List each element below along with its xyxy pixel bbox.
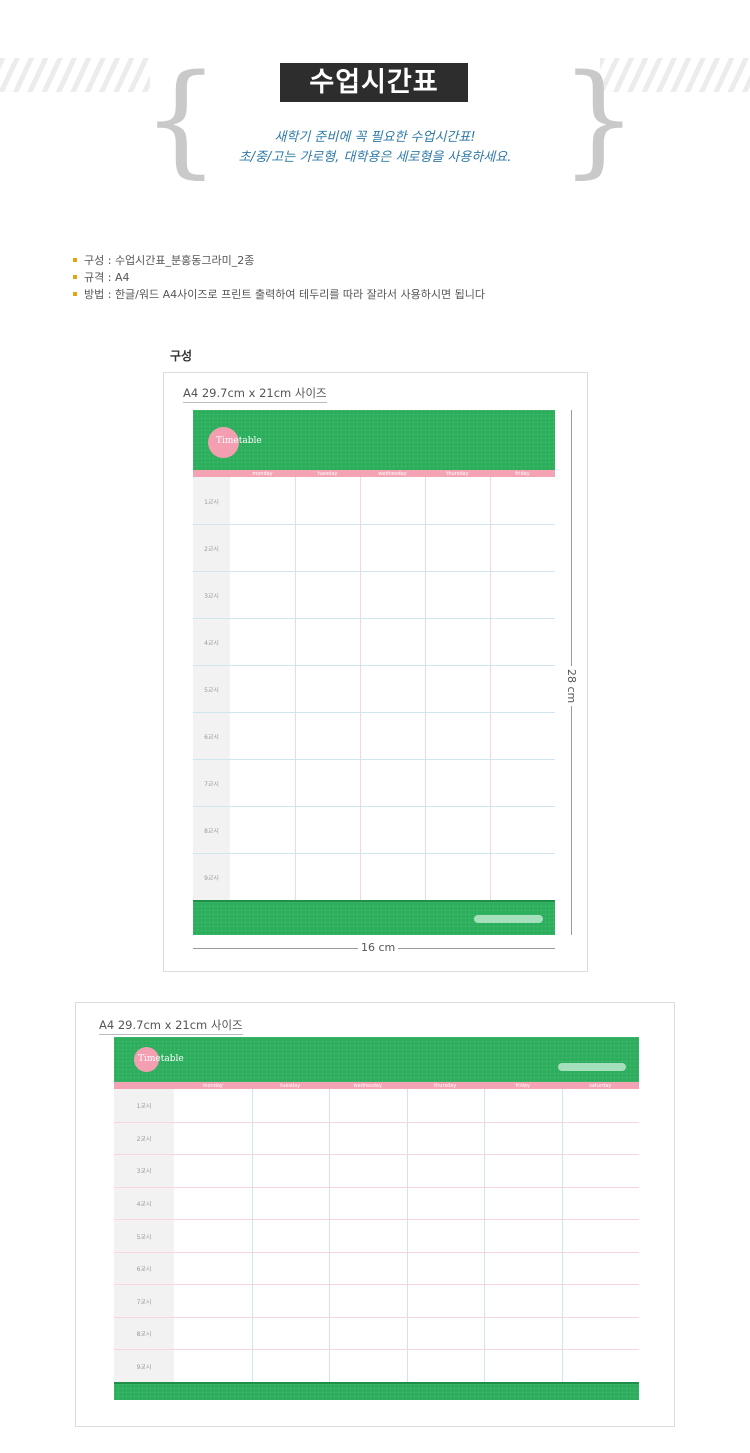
grid-row-divider	[193, 712, 555, 713]
bullet-icon	[73, 258, 77, 262]
info-row-size: 규격 : A4	[73, 269, 485, 286]
period-label: 3교시	[204, 592, 219, 600]
decorative-stripes-left	[0, 58, 150, 92]
day-header-friday: friday	[515, 1083, 530, 1089]
period-label: 9교시	[136, 1363, 152, 1371]
page-title: 수업시간표	[280, 63, 468, 102]
info-row-composition: 구성 : 수업시간표_분홍동그라미_2종	[73, 252, 485, 269]
grid-column-divider	[561, 1089, 563, 1382]
horizontal-timetable-frame: A4 29.7cm x 21cm 사이즈 Timetable monday tue…	[75, 1002, 675, 1427]
day-header-monday: monday	[202, 1083, 223, 1089]
vertical-timetable-frame: A4 29.7cm x 21cm 사이즈 Timetable monday tue…	[163, 372, 588, 972]
footer-pill-decoration	[474, 915, 543, 923]
grid-row-divider	[193, 806, 555, 807]
day-header-tuesday: tuesday	[280, 1083, 301, 1089]
grid-row-divider	[114, 1349, 639, 1351]
period-label: 6교시	[136, 1266, 152, 1274]
timetable-footer-band	[114, 1382, 639, 1400]
grid-column-divider	[425, 477, 426, 900]
grid-row-divider	[114, 1251, 639, 1253]
subtitle-line-2: 초/중/고는 가로형, 대학용은 세로형을 사용하세요.	[238, 150, 512, 165]
day-header-monday: monday	[252, 471, 273, 477]
product-info-list: 구성 : 수업시간표_분홍동그라미_2종 규격 : A4 방법 : 한글/워드 …	[73, 252, 485, 303]
grid-column-divider	[251, 1089, 253, 1382]
grid-column-divider	[484, 1089, 485, 1382]
grid-column-divider	[406, 1089, 408, 1382]
day-header-wednesday: wednesday	[378, 471, 407, 477]
info-row-method: 방법 : 한글/워드 A4사이즈로 프린트 출력하여 테두리를 따라 잘라서 사…	[73, 286, 485, 303]
grid-column-divider	[360, 477, 361, 900]
page-subtitle: 새학기 준비에 꼭 필요한 수업시간표! 초/중/고는 가로형, 대학용은 세로…	[190, 128, 560, 168]
grid-row-divider	[193, 618, 555, 619]
right-brace-icon: }	[560, 48, 638, 190]
grid-row-divider	[193, 665, 555, 666]
bullet-icon	[73, 292, 77, 296]
grid-row-divider	[193, 524, 555, 525]
grid-column-divider	[329, 1089, 330, 1382]
horizontal-timetable-sheet: Timetable monday tuesday wednesday thursday…	[114, 1037, 639, 1400]
period-label: 3교시	[136, 1168, 152, 1176]
period-label: 4교시	[136, 1200, 152, 1208]
grid-row-divider	[114, 1186, 639, 1188]
day-header-tuesday: tuesday	[317, 471, 338, 477]
period-label: 5교시	[136, 1233, 152, 1241]
period-label: 7교시	[136, 1298, 152, 1306]
grid-row-divider	[114, 1121, 639, 1123]
timetable-badge-text: Timetable	[216, 436, 262, 446]
bullet-icon	[73, 275, 77, 279]
period-label: 4교시	[204, 639, 219, 647]
size-label: A4 29.7cm x 21cm 사이즈	[183, 385, 327, 403]
grid-row-divider	[114, 1154, 639, 1156]
period-label: 2교시	[204, 545, 219, 553]
width-dimension-label: 16 cm	[358, 941, 399, 954]
grid-row-divider	[114, 1316, 639, 1318]
period-label: 1교시	[136, 1103, 152, 1111]
size-label: A4 29.7cm x 21cm 사이즈	[99, 1017, 243, 1035]
grid-row-divider	[114, 1219, 639, 1221]
day-header-thursday: thursday	[446, 471, 469, 477]
day-header-saturday: saturday	[589, 1083, 612, 1089]
grid-row-divider	[193, 853, 555, 854]
grid-column-divider	[295, 477, 296, 900]
period-label: 2교시	[136, 1135, 152, 1143]
timetable-header-band	[114, 1037, 639, 1082]
day-header-friday: friday	[515, 471, 530, 477]
period-label: 1교시	[204, 498, 219, 506]
period-label: 5교시	[204, 686, 219, 694]
section-label: 구성	[170, 349, 193, 363]
timetable-badge-text: Timetable	[138, 1054, 184, 1064]
period-label: 6교시	[204, 733, 219, 741]
height-dimension-label: 28 cm	[565, 666, 578, 707]
day-header-thursday: thursday	[434, 1083, 457, 1089]
grid-row-divider	[193, 571, 555, 572]
period-label: 9교시	[204, 874, 219, 882]
period-label: 8교시	[204, 827, 219, 835]
grid-row-divider	[114, 1284, 639, 1286]
vertical-timetable-sheet: Timetable monday tuesday wednesday thursday…	[193, 410, 555, 935]
header-pill-decoration	[558, 1063, 626, 1071]
grid-row-divider	[193, 759, 555, 760]
period-label: 7교시	[204, 780, 219, 788]
grid-column-divider	[490, 477, 491, 900]
subtitle-line-1: 새학기 준비에 꼭 필요한 수업시간표!	[274, 130, 476, 145]
day-header-wednesday: wednesday	[353, 1083, 382, 1089]
period-label: 8교시	[136, 1331, 152, 1339]
